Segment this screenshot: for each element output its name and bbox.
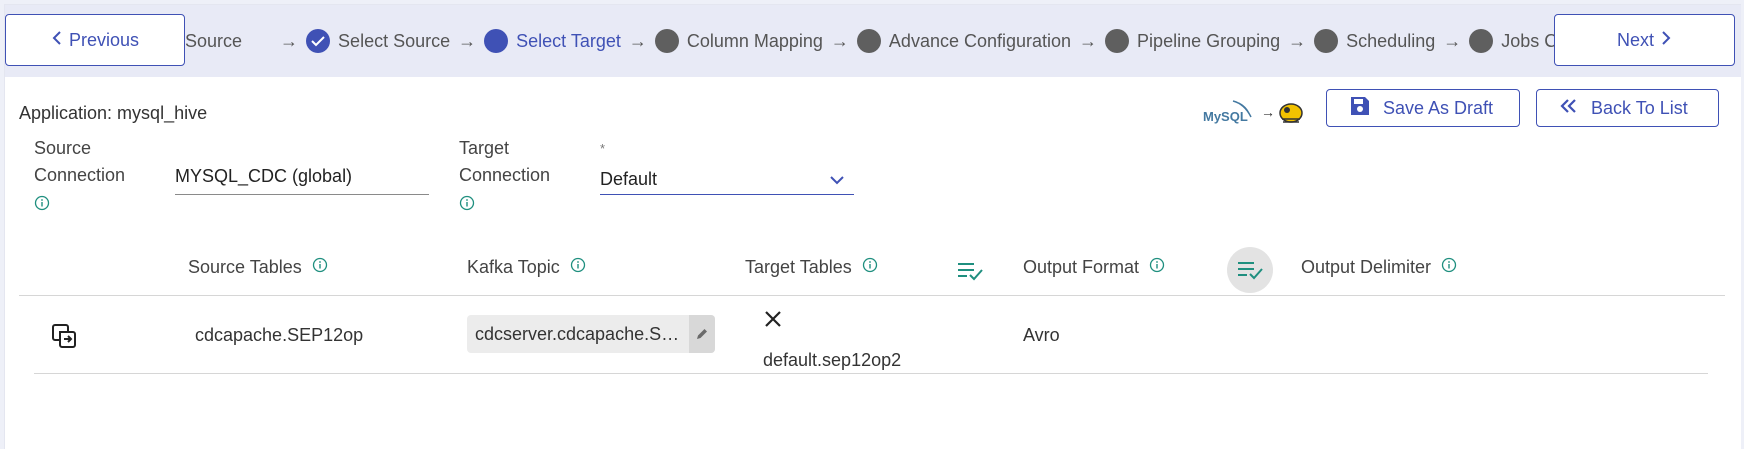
step-arrow: → xyxy=(628,30,647,51)
step-label: Column Mapping xyxy=(686,30,823,51)
step-arrow: → xyxy=(1288,30,1307,51)
step-label: Select Target xyxy=(516,30,621,51)
copy-mapping-icon[interactable] xyxy=(51,323,77,354)
wizard-steps: Source → Select Source → Select Target →… xyxy=(185,5,1554,77)
previous-button-label: Previous xyxy=(68,29,140,50)
next-button-label: Next xyxy=(1616,29,1654,50)
application-name: Application: mysql_hive xyxy=(19,103,208,123)
bulk-apply-target-tables-icon[interactable] xyxy=(955,259,985,283)
source-connection-label: Source Connection xyxy=(34,135,125,219)
table-header-divider xyxy=(19,295,1725,296)
column-header-kafka-topic: Kafka Topic xyxy=(467,257,586,278)
mysql-logo-icon: MySQL xyxy=(1203,100,1252,124)
column-header-label: Kafka Topic xyxy=(467,257,560,277)
check-circle-icon xyxy=(306,29,331,53)
column-header-target-tables: Target Tables xyxy=(745,257,878,278)
wizard-stepper-bar: Previous Source → Select Source → Select… xyxy=(5,5,1741,77)
target-connection-label-line1: Target xyxy=(459,138,510,158)
step-label: Source xyxy=(185,30,243,51)
pending-step-dot-icon xyxy=(856,29,881,53)
kafka-topic-chip[interactable]: cdcserver.cdcapache.SEP12op xyxy=(467,315,715,353)
step-label: Advance Configuration xyxy=(888,30,1072,51)
back-to-list-button[interactable]: Back To List xyxy=(1536,89,1719,127)
save-icon xyxy=(1349,95,1371,122)
chevron-down-icon xyxy=(830,167,844,191)
target-table-cell: default.sep12op2 xyxy=(763,350,902,370)
pending-step-dot-icon xyxy=(1314,29,1339,53)
chevron-right-icon xyxy=(1660,30,1672,51)
step-arrow: → xyxy=(1079,30,1098,51)
step-select-source[interactable]: Select Source xyxy=(306,29,450,53)
step-column-mapping[interactable]: Column Mapping xyxy=(654,29,823,53)
info-icon[interactable] xyxy=(862,257,878,278)
step-label: Scheduling xyxy=(1346,30,1436,51)
column-header-label: Target Tables xyxy=(745,257,852,277)
info-icon[interactable] xyxy=(34,192,50,219)
pending-step-dot-icon xyxy=(1105,29,1130,53)
info-icon[interactable] xyxy=(459,192,475,219)
output-format-cell: Avro xyxy=(1023,325,1060,345)
step-source[interactable]: Source xyxy=(185,31,242,52)
pending-step-dot-icon xyxy=(1469,29,1494,53)
column-header-label: Output Format xyxy=(1023,257,1140,277)
kafka-topic-value: cdcserver.cdcapache.SEP12op xyxy=(475,323,689,344)
save-as-draft-label: Save As Draft xyxy=(1383,97,1494,118)
source-connection-input[interactable]: MYSQL_CDC (global) xyxy=(175,164,429,195)
info-icon[interactable] xyxy=(312,257,328,278)
step-arrow: → xyxy=(458,30,477,51)
step-arrow: → xyxy=(280,30,299,51)
step-jobs-configuration[interactable]: Jobs Configura xyxy=(1469,29,1554,53)
column-header-output-format: Output Format xyxy=(1023,257,1165,278)
save-as-draft-button[interactable]: Save As Draft xyxy=(1326,89,1520,127)
step-arrow: → xyxy=(1443,30,1462,51)
source-target-logos: MySQL → xyxy=(1203,97,1307,129)
step-label: Select Source xyxy=(338,30,451,51)
target-connection-value: Default xyxy=(600,168,658,189)
mysql-logo-text: MySQL xyxy=(1203,109,1248,124)
target-connection-select[interactable]: Default xyxy=(600,163,854,195)
source-table-cell: cdcapache.SEP12op xyxy=(195,325,364,345)
close-icon[interactable] xyxy=(763,309,783,334)
active-step-dot-icon xyxy=(484,29,509,53)
step-advance-configuration[interactable]: Advance Configuration xyxy=(856,29,1072,53)
step-pipeline-grouping[interactable]: Pipeline Grouping xyxy=(1105,29,1280,53)
double-chevron-left-icon xyxy=(1559,97,1579,120)
hive-logo-icon xyxy=(1279,103,1303,123)
info-icon[interactable] xyxy=(1441,257,1457,278)
target-connection-label-line2: Connection xyxy=(459,165,551,185)
info-icon[interactable] xyxy=(570,257,586,278)
source-connection-label-line2: Connection xyxy=(34,165,126,185)
column-header-source-tables: Source Tables xyxy=(188,257,328,278)
logo-arrow: → xyxy=(1261,104,1275,120)
step-label: Pipeline Grouping xyxy=(1137,30,1281,51)
pending-step-dot-icon xyxy=(654,29,679,53)
column-header-output-delimiter: Output Delimiter xyxy=(1301,257,1457,278)
target-connection-label: Target Connection xyxy=(459,135,550,219)
bulk-apply-output-format-icon[interactable] xyxy=(1227,247,1273,293)
column-header-label: Output Delimiter xyxy=(1301,257,1432,277)
step-scheduling[interactable]: Scheduling xyxy=(1314,29,1435,53)
chevron-left-icon xyxy=(51,30,63,51)
source-connection-label-line1: Source xyxy=(34,138,92,158)
column-header-label: Source Tables xyxy=(188,257,302,277)
info-icon[interactable] xyxy=(1149,257,1165,278)
required-marker: * xyxy=(600,141,606,156)
edit-pencil-icon[interactable] xyxy=(689,315,715,353)
back-to-list-label: Back To List xyxy=(1591,97,1688,118)
next-button[interactable]: Next xyxy=(1554,14,1735,66)
previous-button[interactable]: Previous xyxy=(5,14,185,66)
table-row-divider xyxy=(34,373,1708,374)
step-select-target[interactable]: Select Target xyxy=(484,29,621,53)
step-arrow: → xyxy=(830,30,849,51)
step-label: Jobs Configura xyxy=(1501,30,1554,51)
app-frame: Previous Source → Select Source → Select… xyxy=(4,4,1741,449)
